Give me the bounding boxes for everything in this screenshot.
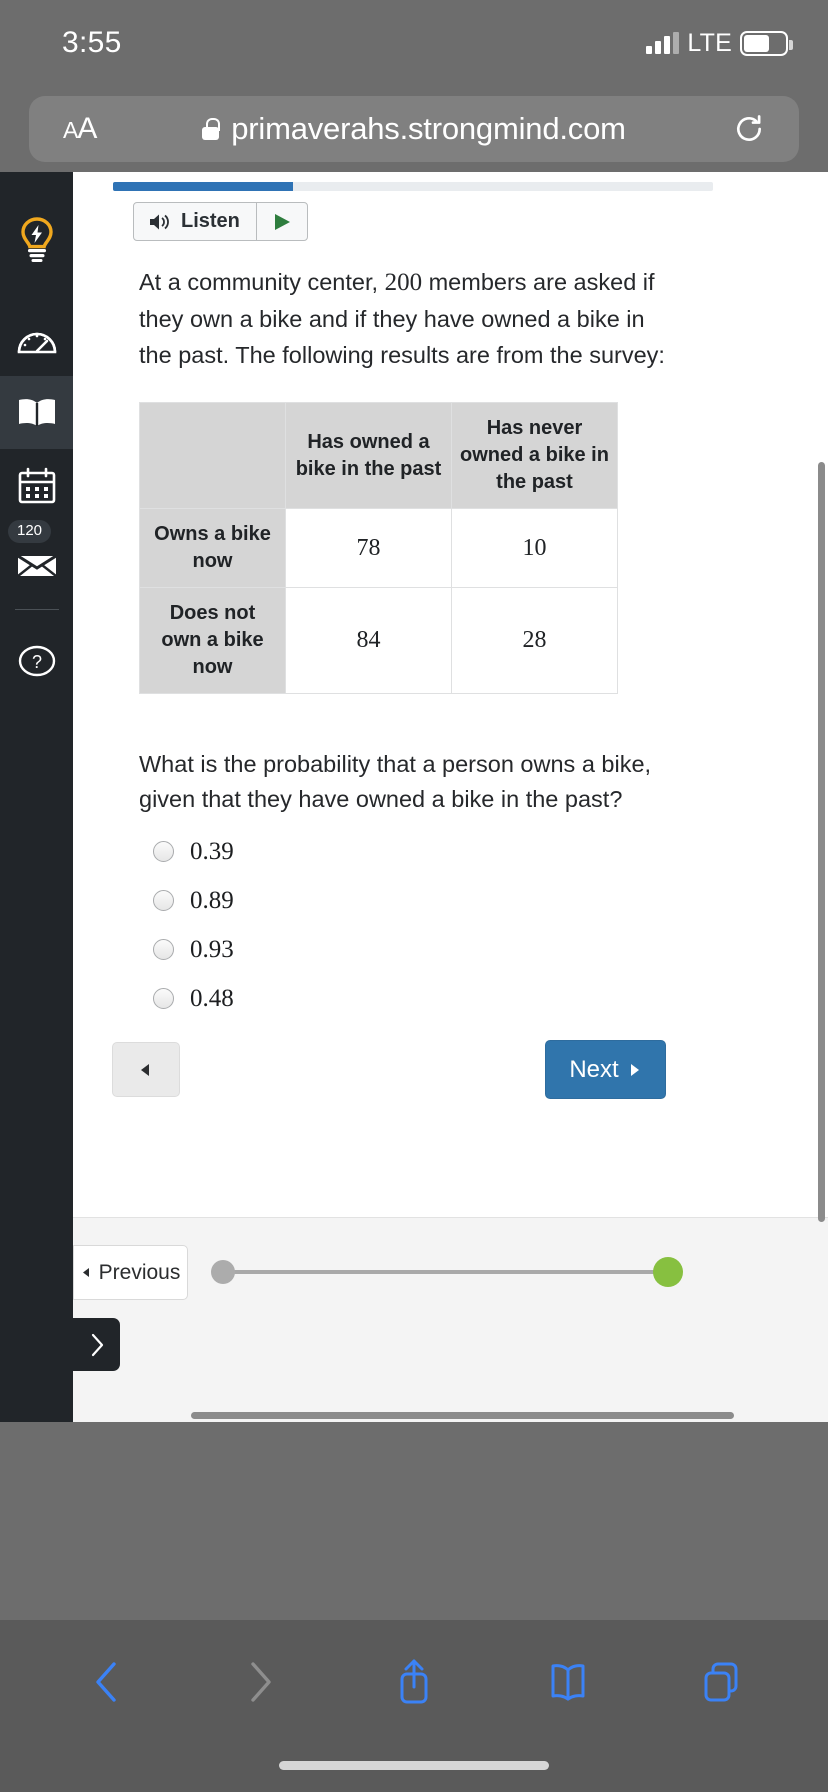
sidebar-item-dashboard[interactable]: [0, 303, 73, 376]
calendar-icon: [18, 467, 55, 503]
inbox-badge: 120: [8, 520, 52, 543]
question-circle-icon: ?: [18, 645, 55, 676]
sidebar-item-ideas[interactable]: [0, 202, 73, 275]
speaker-icon: [150, 214, 169, 229]
table-cell-r1c2: 10: [451, 508, 618, 588]
table-corner-cell: [139, 402, 286, 509]
lock-icon: [202, 118, 220, 140]
passage-part-1: At a community center,: [139, 269, 379, 295]
table-cell-r2c2: 28: [451, 587, 618, 694]
table-cell-r1c1: 78: [285, 508, 452, 588]
lesson-step-start-dot[interactable]: [211, 1260, 235, 1284]
share-icon: [400, 1659, 428, 1704]
radio-button[interactable]: [153, 988, 174, 1009]
radio-button[interactable]: [153, 939, 174, 960]
forward-button[interactable]: [225, 1647, 295, 1717]
listen-toolbar: Listen: [133, 202, 308, 241]
chevron-right-icon: [91, 1333, 103, 1356]
table-cell-r2c1: 84: [285, 587, 452, 694]
sidebar-item-calendar[interactable]: [0, 449, 73, 522]
answer-option-label: 0.89: [190, 886, 234, 914]
share-button[interactable]: [379, 1647, 449, 1717]
passage-number: 200: [384, 269, 423, 296]
table-row-header-2: Does not own a bike now: [139, 587, 286, 694]
table-col-header-1: Has owned a bike in the past: [285, 402, 452, 509]
tabs-icon: [704, 1662, 738, 1702]
sidebar-divider: [14, 609, 59, 610]
play-button[interactable]: [257, 203, 307, 240]
answer-option-1[interactable]: 0.39: [153, 827, 234, 876]
book-icon: [18, 398, 55, 426]
url-text: primaverahs.strongmind.com: [231, 111, 626, 146]
url-display[interactable]: primaverahs.strongmind.com: [29, 111, 799, 147]
lightbulb-icon: [20, 216, 53, 262]
radio-button[interactable]: [153, 841, 174, 862]
question-text: What is the probability that a person ow…: [139, 751, 652, 813]
two-way-frequency-table: Has owned a bike in the past Has never o…: [139, 402, 618, 694]
bookmarks-button[interactable]: [533, 1647, 603, 1717]
lesson-step-track: [223, 1270, 673, 1274]
chevron-right-icon: [251, 1662, 272, 1702]
safari-url-bar[interactable]: AAAA primaverahs.strongmind.com: [29, 96, 799, 162]
triangle-left-icon: [141, 1063, 149, 1076]
next-button[interactable]: Next: [545, 1040, 666, 1099]
previous-button[interactable]: Previous: [73, 1245, 188, 1300]
answer-option-2[interactable]: 0.89: [153, 876, 234, 925]
answer-option-label: 0.39: [190, 837, 234, 865]
question-back-button[interactable]: [112, 1042, 180, 1097]
status-time: 3:55: [62, 26, 122, 59]
ios-status-bar: 3:55 LTE: [0, 0, 828, 86]
safari-bottom-toolbar: [0, 1620, 828, 1792]
answer-option-label: 0.93: [190, 935, 234, 963]
listen-button[interactable]: Listen: [134, 203, 257, 240]
passage-text: At a community center, 200 members are a…: [139, 264, 679, 374]
home-indicator: [279, 1761, 549, 1770]
lesson-progress-bar: [113, 182, 713, 191]
sidebar-expand-button[interactable]: [73, 1318, 120, 1371]
safari-url-bar-container: AAAA primaverahs.strongmind.com: [0, 94, 828, 172]
lesson-step-end-dot[interactable]: [653, 1257, 683, 1287]
tabs-button[interactable]: [686, 1647, 756, 1717]
safari-tool-row: [0, 1642, 828, 1722]
answer-option-4[interactable]: 0.48: [153, 974, 234, 1023]
answer-option-3[interactable]: 0.93: [153, 925, 234, 974]
web-content-viewport: 120 ? Listen At a community center, 200 …: [0, 172, 828, 1422]
horizontal-scrollbar[interactable]: [191, 1412, 734, 1419]
triangle-left-icon: [82, 1268, 89, 1277]
radio-button[interactable]: [153, 890, 174, 911]
next-button-label: Next: [569, 1055, 619, 1083]
back-button[interactable]: [72, 1647, 142, 1717]
listen-button-label: Listen: [181, 210, 240, 232]
lms-global-nav: 120 ?: [0, 172, 73, 1422]
lesson-content: Listen At a community center, 200 member…: [73, 172, 828, 1422]
sidebar-item-courses[interactable]: [0, 376, 73, 449]
book-icon: [551, 1664, 585, 1701]
answer-options: 0.39 0.89 0.93 0.48: [153, 827, 234, 1023]
lesson-progress-fill: [113, 182, 293, 191]
table-row-header-1: Owns a bike now: [139, 508, 286, 588]
sidebar-item-help[interactable]: ?: [0, 624, 73, 697]
envelope-icon: [16, 554, 57, 577]
vertical-scrollbar[interactable]: [818, 462, 825, 1222]
table-header-row: Has owned a bike in the past Has never o…: [139, 402, 618, 509]
status-indicators: LTE: [646, 26, 793, 60]
speedometer-icon: [17, 332, 56, 353]
triangle-right-icon: [630, 1063, 639, 1076]
reload-icon[interactable]: [733, 113, 765, 145]
sidebar-item-inbox[interactable]: 120: [0, 520, 73, 595]
answer-option-label: 0.48: [190, 984, 234, 1012]
battery-icon: [740, 30, 793, 56]
table-col-header-2: Has never owned a bike in the past: [451, 402, 618, 509]
lesson-footer: Previous: [73, 1217, 828, 1422]
table-row: Owns a bike now 78 10: [139, 508, 618, 588]
chevron-left-icon: [96, 1662, 116, 1702]
play-icon: [274, 213, 290, 230]
iphone-screen: 3:55 LTE AAAA primaverahs.strongmind.com: [0, 0, 828, 1792]
network-type-label: LTE: [687, 28, 732, 57]
table-row: Does not own a bike now 84 28: [139, 587, 618, 694]
svg-text:?: ?: [31, 652, 41, 672]
previous-button-label: Previous: [98, 1260, 181, 1284]
cellular-signal-icon: [646, 32, 680, 54]
